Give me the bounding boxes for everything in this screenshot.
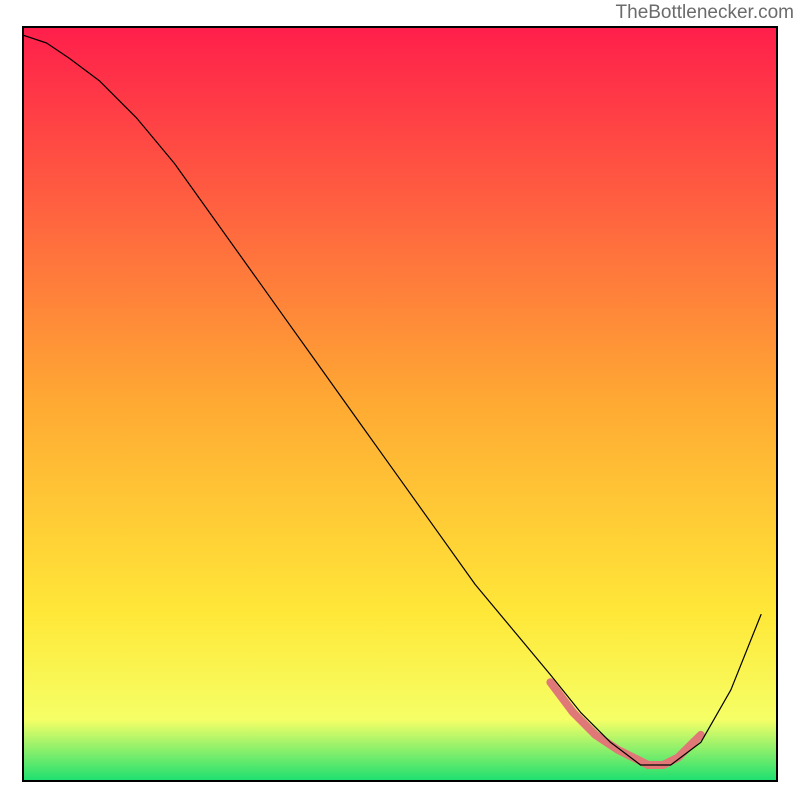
chart-curves: [24, 28, 776, 780]
optimal-band: [550, 682, 700, 765]
attribution-text: TheBottlenecker.com: [616, 2, 794, 24]
chart-area: [22, 26, 778, 782]
bottleneck-curve: [24, 36, 761, 766]
